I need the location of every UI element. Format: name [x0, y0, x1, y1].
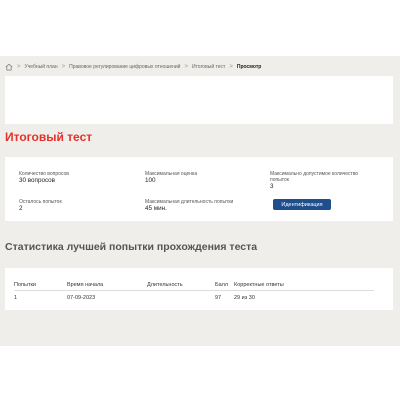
info-questions: Количество вопросов 30 вопросов	[19, 171, 69, 184]
breadcrumb-item-study-plan[interactable]: Учебный план	[25, 64, 58, 70]
breadcrumb-separator: >	[61, 64, 66, 70]
column-header-score: Балл	[215, 282, 229, 288]
info-attempts-left-value: 2	[19, 205, 23, 212]
breadcrumb-separator: >	[17, 64, 21, 70]
table-row: 1 07-09-2023 97 29 из 30	[14, 291, 374, 303]
column-header-attempts: Попытки	[14, 282, 36, 288]
stats-card: Попытки Время начала Длительность Балл К…	[5, 268, 393, 310]
stats-section-title: Статистика лучшей попытки прохождения те…	[5, 241, 258, 253]
info-attempts-left: Осталось попыток 2	[19, 199, 62, 212]
column-header-correct-answers: Корректные ответы	[234, 282, 284, 288]
table-cell-start-time: 07-09-2023	[67, 295, 96, 301]
table-cell-score: 97	[215, 295, 222, 301]
info-max-attempts-label: Максимально допустимое количество попыто…	[270, 171, 359, 183]
info-max-score: Максимальная оценка 100	[145, 171, 197, 184]
breadcrumb: > Учебный план > Правовое регулирование …	[5, 61, 261, 73]
column-header-start-time: Время начала	[67, 282, 104, 288]
breadcrumb-current: Просмотр	[236, 64, 262, 70]
content-placeholder-card	[5, 76, 393, 124]
info-max-duration: Максимальная длительность попытки 45 мин…	[145, 199, 233, 212]
info-questions-value: 30 вопросов	[19, 177, 56, 184]
stats-table: Попытки Время начала Длительность Балл К…	[14, 279, 374, 303]
info-max-duration-value: 45 мин.	[145, 205, 167, 212]
breadcrumb-separator: >	[184, 64, 188, 70]
home-icon[interactable]	[5, 63, 13, 71]
column-header-duration: Длительность	[147, 282, 183, 288]
test-info-card: Количество вопросов 30 вопросов Максимал…	[5, 157, 393, 221]
info-attempts-left-label: Осталось попыток	[19, 199, 62, 205]
table-header-row: Попытки Время начала Длительность Балл К…	[14, 279, 374, 291]
table-cell-correct-answers: 29 из 30	[234, 295, 255, 301]
info-max-attempts: Максимально допустимое количество попыто…	[270, 171, 370, 190]
page-title: Итоговый тест	[5, 130, 93, 144]
table-cell-attempt: 1	[14, 295, 18, 301]
info-max-attempts-value: 3	[270, 183, 274, 190]
info-max-score-value: 100	[145, 177, 156, 184]
breadcrumb-item-final-test[interactable]: Итоговый тест	[192, 64, 225, 70]
breadcrumb-item-course[interactable]: Правовое регулирование цифровых отношени…	[69, 64, 180, 70]
identify-button[interactable]: Идентификация	[273, 199, 331, 210]
breadcrumb-separator: >	[229, 64, 233, 70]
